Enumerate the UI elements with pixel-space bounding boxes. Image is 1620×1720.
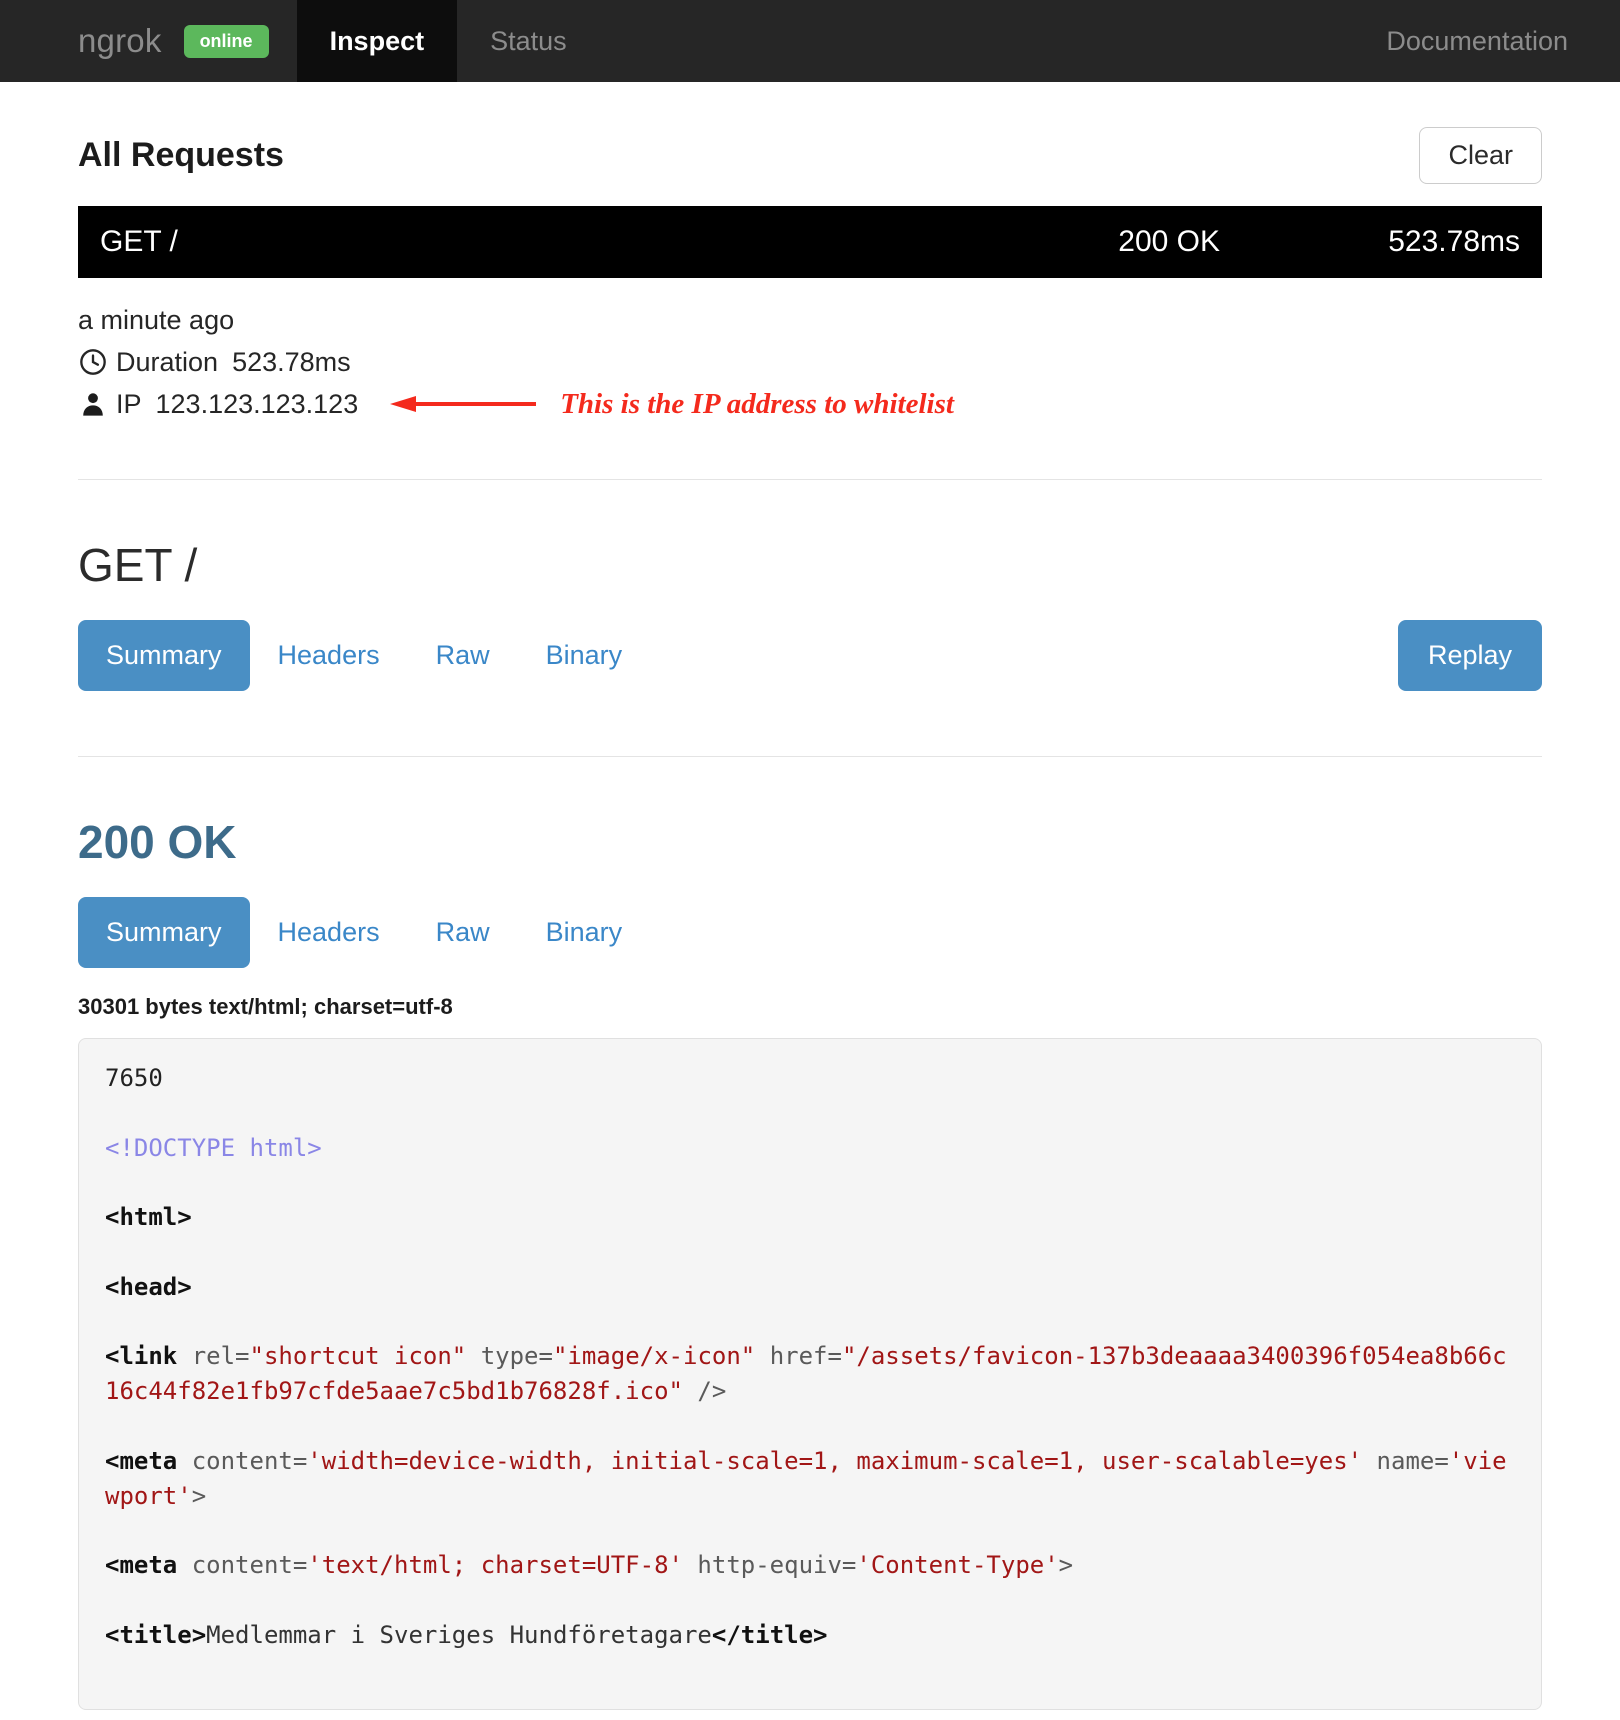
response-content-type: 30301 bytes text/html; charset=utf-8 xyxy=(78,994,453,1019)
meta-duration-row: Duration 523.78ms xyxy=(78,342,1542,382)
meta-duration-label: Duration xyxy=(116,346,219,377)
response-body-code[interactable]: 7650 <!DOCTYPE html> <html> <head> <link… xyxy=(78,1038,1542,1711)
nav-tab-inspect[interactable]: Inspect xyxy=(296,0,458,82)
code-attr-name: > xyxy=(1058,1551,1074,1580)
all-requests-header: All Requests Clear xyxy=(78,82,1542,206)
code-line: <html> xyxy=(105,1200,1515,1235)
code-tag: <html> xyxy=(105,1203,192,1232)
response-tab-summary[interactable]: Summary xyxy=(78,897,250,968)
code-attr-name: name= xyxy=(1362,1446,1449,1475)
request-tab-raw[interactable]: Raw xyxy=(408,620,518,691)
request-row-status: 200 OK xyxy=(1118,225,1220,258)
ngrok-logo[interactable]: ngrok xyxy=(0,0,184,82)
page-title: All Requests xyxy=(78,136,284,174)
replay-button[interactable]: Replay xyxy=(1397,620,1542,691)
meta-ip-row: IP 123.123.123.123 This is the IP addres… xyxy=(78,384,1542,424)
request-row[interactable]: GET / 200 OK 523.78ms xyxy=(78,206,1542,278)
request-tabs: Summary Headers Raw Binary xyxy=(78,620,650,691)
meta-ip-value: 123.123.123.123 xyxy=(155,388,359,419)
annotation-arrow xyxy=(386,384,537,424)
request-detail-title: GET / xyxy=(78,539,198,591)
code-line: <head> xyxy=(105,1270,1515,1305)
code-attr-name: http-equiv= xyxy=(682,1551,857,1580)
request-row-method: GET / xyxy=(100,225,178,258)
clock-icon xyxy=(78,347,108,377)
request-tab-summary[interactable]: Summary xyxy=(78,620,250,691)
navbar-right-group: Documentation xyxy=(1386,0,1620,82)
code-tag: </title> xyxy=(711,1620,828,1649)
code-line: <link rel="shortcut icon" type="image/x-… xyxy=(105,1339,1515,1409)
response-tab-raw[interactable]: Raw xyxy=(408,897,518,968)
response-tab-binary[interactable]: Binary xyxy=(518,897,651,968)
top-navbar: ngrok online Inspect Status Documentatio… xyxy=(0,0,1620,82)
code-line: <meta content='width=device-width, initi… xyxy=(105,1444,1515,1514)
code-tag: <meta xyxy=(105,1446,178,1475)
code-attr-value: 'width=device-width, initial-scale=1, ma… xyxy=(307,1446,1363,1475)
request-meta: a minute ago Duration 523.78ms IP 123.12… xyxy=(78,278,1542,424)
page-container: All Requests Clear GET / 200 OK 523.78ms… xyxy=(0,82,1620,1720)
code-tag: <title> xyxy=(105,1620,207,1649)
response-tabs: Summary Headers Raw Binary xyxy=(78,897,650,968)
code-tag: <link xyxy=(105,1342,178,1371)
clear-button[interactable]: Clear xyxy=(1419,127,1542,184)
code-attr-name: href= xyxy=(755,1342,842,1371)
code-attr-name: content= xyxy=(177,1446,308,1475)
request-tab-binary[interactable]: Binary xyxy=(518,620,651,691)
status-badge: online xyxy=(183,24,269,58)
response-tabs-row: Summary Headers Raw Binary xyxy=(78,897,1542,968)
code-tag: <meta xyxy=(105,1551,178,1580)
code-attr-name: > xyxy=(191,1481,207,1510)
meta-duration-value: 523.78ms xyxy=(232,346,351,377)
code-attr-value: 'Content-Type' xyxy=(856,1551,1059,1580)
navbar-left-group: ngrok online Inspect Status xyxy=(0,0,600,82)
request-tabs-row: Summary Headers Raw Binary Replay xyxy=(78,620,1542,691)
code-line: 7650 xyxy=(105,1061,1515,1096)
request-tab-headers[interactable]: Headers xyxy=(250,620,408,691)
request-row-duration: 523.78ms xyxy=(1388,225,1520,258)
code-line: <!DOCTYPE html> xyxy=(105,1131,1515,1166)
code-attr-name: content= xyxy=(177,1551,308,1580)
code-attr-value: "image/x-icon" xyxy=(552,1342,756,1371)
response-detail-title: 200 OK xyxy=(78,816,237,868)
nav-link-documentation[interactable]: Documentation xyxy=(1386,26,1568,57)
response-tab-headers[interactable]: Headers xyxy=(250,897,408,968)
code-chunk-size: 7650 xyxy=(105,1064,163,1092)
code-doctype: <!DOCTYPE html> xyxy=(105,1133,322,1162)
response-detail-section: 200 OK Summary Headers Raw Binary 30301 … xyxy=(78,757,1542,1720)
code-attr-value: 'text/html; charset=UTF-8' xyxy=(307,1551,683,1580)
code-line: <title>Medlemmar i Sveriges Hundföretaga… xyxy=(105,1618,1515,1653)
meta-time-ago-row: a minute ago xyxy=(78,300,1542,340)
code-attr-name: rel= xyxy=(177,1342,250,1371)
request-detail-section: GET / Summary Headers Raw Binary Replay xyxy=(78,480,1542,701)
annotation-text: This is the IP address to whitelist xyxy=(560,387,954,420)
status-badge-wrap: online xyxy=(183,0,297,82)
nav-tab-status[interactable]: Status xyxy=(457,0,600,82)
meta-ip-label: IP xyxy=(116,388,142,419)
meta-time-ago: a minute ago xyxy=(78,304,235,335)
code-attr-name: type= xyxy=(466,1342,553,1371)
code-text: Medlemmar i Sveriges Hundföretagare xyxy=(206,1620,712,1649)
code-tag: <head> xyxy=(105,1272,192,1301)
code-attr-name: /> xyxy=(682,1377,727,1406)
person-icon xyxy=(78,389,108,419)
code-attr-value: "shortcut icon" xyxy=(249,1342,467,1371)
code-line: <meta content='text/html; charset=UTF-8'… xyxy=(105,1548,1515,1583)
